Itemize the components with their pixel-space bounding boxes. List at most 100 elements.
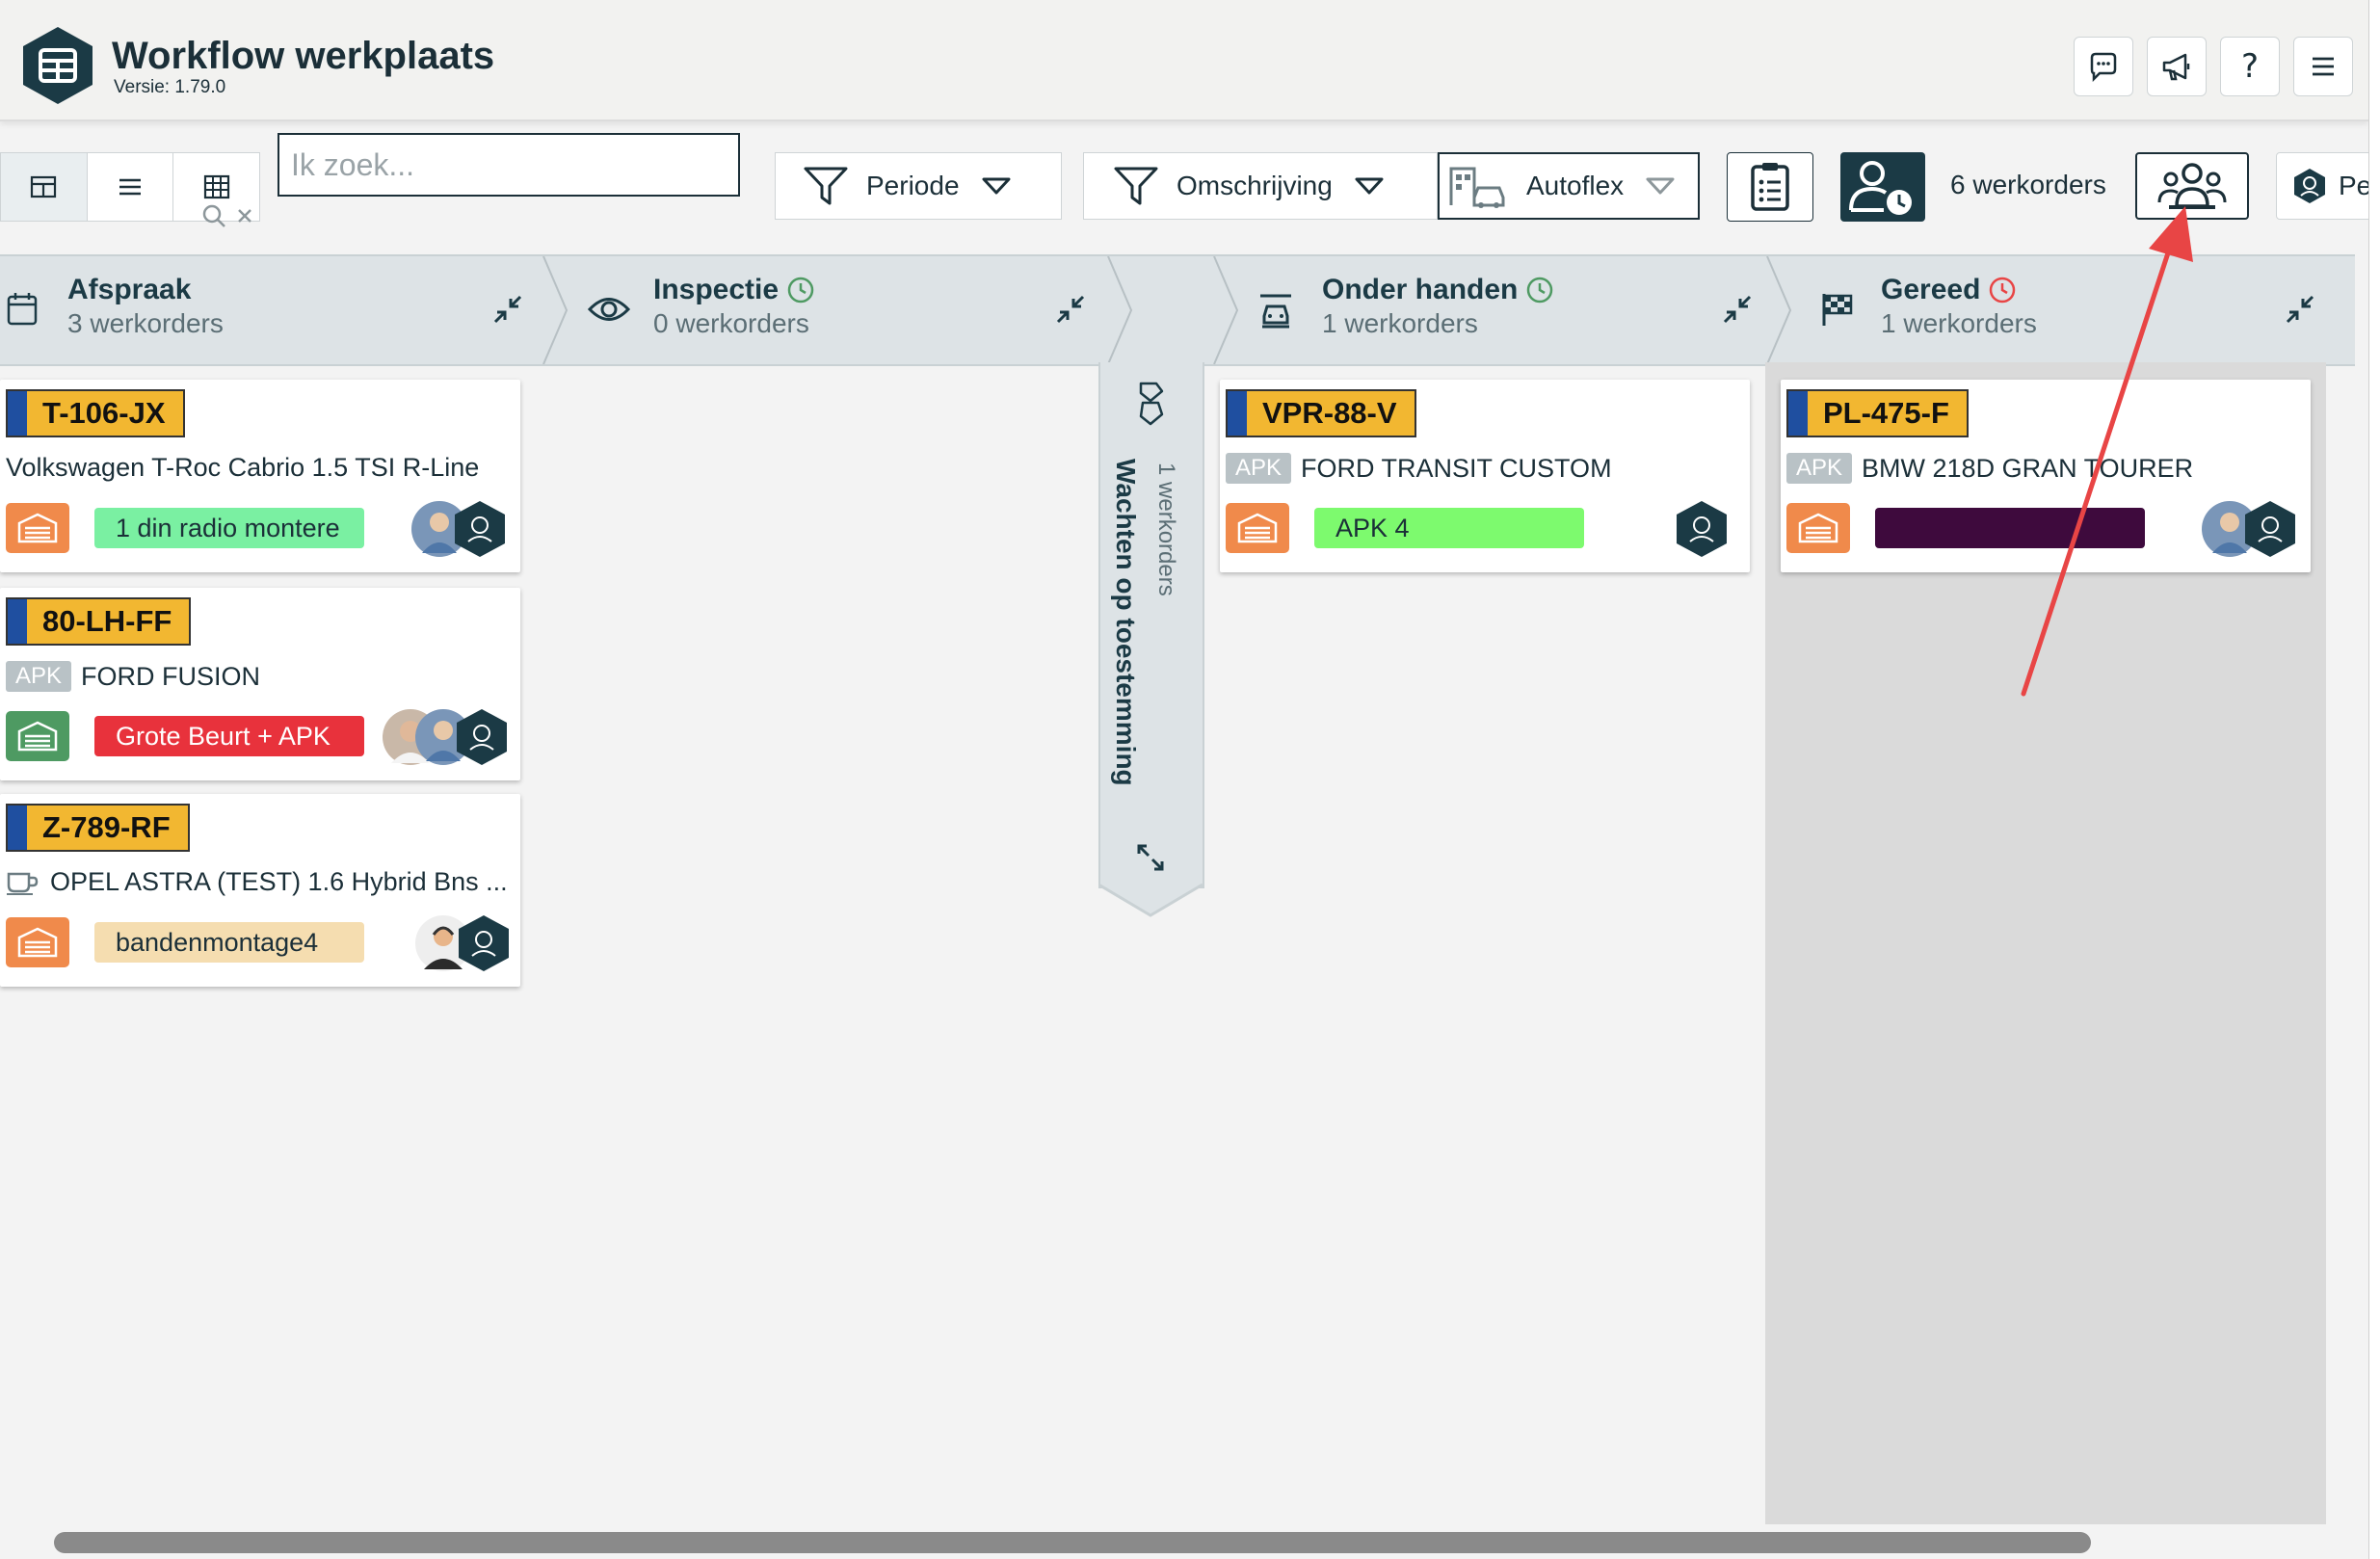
assignee-avatars	[383, 709, 507, 765]
car-name: Volkswagen T-Roc Cabrio 1.5 TSI R-Line	[6, 453, 479, 483]
menu-button[interactable]	[2293, 37, 2353, 96]
apk-badge: APK	[1226, 453, 1292, 484]
car-lift-icon	[1260, 294, 1291, 329]
user-time-button[interactable]	[1840, 152, 1925, 222]
hamburger-menu-icon	[2313, 57, 2334, 76]
apk-badge: APK	[6, 661, 72, 692]
autoflex-filter-label: Autoflex	[1526, 171, 1625, 200]
column-wachten-title: Wachten op toestemming	[1111, 459, 1141, 786]
garage-icon	[6, 503, 69, 553]
column-separator	[1107, 256, 1133, 364]
periode-filter[interactable]: Periode	[775, 152, 1062, 220]
expand-icon[interactable]	[1135, 842, 1166, 873]
assignee-avatars	[415, 915, 509, 971]
car-name-text: FORD FUSION	[81, 661, 261, 691]
column-wachten-op-toestemming[interactable]: Wachten op toestemming 1 werkorders	[1098, 362, 1204, 921]
car-name: APK FORD FUSION	[6, 661, 260, 692]
license-plate: VPR-88-V	[1226, 389, 1416, 437]
eu-flag-icon	[1788, 391, 1808, 436]
car-name-text: Volkswagen T-Roc Cabrio 1.5 TSI R-Line	[6, 453, 480, 482]
column-onder-handen-count: 1 werkorders	[1322, 308, 1478, 338]
column-gereed-title: Gereed	[1881, 274, 2017, 306]
caret-down-icon	[1646, 177, 1675, 195]
clear-search-icon[interactable]	[238, 209, 251, 223]
caret-down-icon	[1355, 177, 1384, 195]
horizontal-scrollbar-thumb[interactable]	[54, 1532, 2091, 1553]
task-label: 1 din radio montere	[94, 508, 364, 548]
announcements-button[interactable]	[2147, 37, 2207, 96]
apk-badge: APK	[1786, 453, 1853, 484]
app-header: Workflow werkplaats Versie: 1.79.0 ?	[0, 0, 2368, 121]
app-title: Workflow werkplaats	[112, 35, 495, 77]
column-onder-handen: Onder handen 1 werkorders	[1243, 256, 1763, 364]
caret-down-icon	[982, 177, 1011, 195]
help-button[interactable]: ?	[2220, 37, 2280, 96]
eye-icon	[588, 298, 630, 321]
building-car-icon	[1449, 167, 1505, 208]
omschrijving-filter[interactable]: Omschrijving	[1083, 152, 1438, 220]
search-icon[interactable]	[202, 204, 225, 227]
list-view-icon	[119, 178, 141, 196]
board-view-button[interactable]	[1, 153, 88, 221]
column-inspectie-title-text: Inspectie	[653, 274, 780, 305]
workflow-column-headers: Afspraak 3 werkorders Inspectie 0 werkor…	[0, 254, 2355, 366]
collapse-icon[interactable]	[1721, 293, 1754, 326]
car-name-text: FORD TRANSIT CUSTOM	[1301, 453, 1612, 483]
filter-icon	[804, 167, 848, 205]
eu-flag-icon	[8, 599, 27, 644]
garage-icon	[6, 917, 69, 967]
clipboard-list-icon	[1751, 163, 1789, 211]
periode-filter-label: Periode	[866, 171, 960, 200]
person-filter-button[interactable]: Pe	[2276, 152, 2369, 220]
workorder-card[interactable]: Z-789-RF OPEL ASTRA (TEST) 1.6 Hybrid Bn…	[0, 794, 520, 987]
autoflex-filter[interactable]: Autoflex	[1438, 152, 1700, 220]
collapse-icon[interactable]	[2284, 293, 2316, 326]
garage-icon	[1226, 503, 1289, 553]
garage-icon	[6, 711, 69, 761]
workorder-card[interactable]: T-106-JX Volkswagen T-Roc Cabrio 1.5 TSI…	[0, 380, 520, 572]
workorder-card[interactable]: VPR-88-V APK FORD TRANSIT CUSTOM APK 4	[1220, 380, 1750, 572]
license-plate-number: PL-475-F	[1823, 396, 1949, 430]
list-view-button[interactable]	[88, 153, 174, 221]
column-wachten-arrow-tip	[1098, 883, 1203, 917]
column-wachten-count: 1 werkorders	[1153, 462, 1179, 596]
column-separator	[1213, 256, 1239, 364]
garage-icon	[1786, 503, 1850, 553]
collapse-icon[interactable]	[1054, 293, 1087, 326]
assignee-avatars	[2202, 501, 2295, 557]
workorder-card[interactable]: 80-LH-FF APK FORD FUSION Grote Beurt + AP…	[0, 588, 520, 780]
person-filter-label: Pe	[2339, 171, 2369, 200]
mechanic-hexagon-icon	[2245, 501, 2295, 557]
handshake-icon	[1139, 382, 1164, 426]
clock-green-icon	[1527, 277, 1553, 304]
task-label: APK 4	[1314, 508, 1584, 548]
user-clock-icon	[1849, 161, 1912, 215]
clipboard-button[interactable]	[1727, 152, 1813, 222]
chat-icon	[2090, 52, 2117, 83]
task-label: bandenmontage4	[94, 922, 364, 963]
coffee-cup-icon	[7, 872, 39, 895]
column-gereed-title-text: Gereed	[1881, 274, 1981, 305]
car-name: OPEL ASTRA (TEST) 1.6 Hybrid Bns ...	[6, 867, 508, 897]
license-plate: Z-789-RF	[6, 804, 190, 852]
search-input[interactable]	[278, 133, 740, 197]
chat-button[interactable]	[2074, 37, 2133, 96]
annotation-arrow	[2021, 206, 2193, 697]
license-plate-number: VPR-88-V	[1262, 396, 1397, 430]
app-version: Versie: 1.79.0	[114, 77, 226, 97]
help-icon: ?	[2240, 47, 2260, 86]
mechanic-hexagon-icon	[459, 915, 509, 971]
license-plate: T-106-JX	[6, 389, 185, 437]
mechanic-hexagon-icon	[455, 501, 505, 557]
car-name: APK FORD TRANSIT CUSTOM	[1226, 453, 1612, 484]
license-plate: PL-475-F	[1786, 389, 1969, 437]
assignee-avatars	[411, 501, 505, 557]
task-label: Grote Beurt + APK	[94, 716, 364, 756]
column-afspraak: Afspraak 3 werkorders	[0, 256, 549, 364]
collapse-icon[interactable]	[491, 293, 524, 326]
mechanic-hexagon-icon	[1677, 501, 1727, 557]
column-afspraak-title: Afspraak	[67, 274, 192, 305]
column-separator	[1766, 256, 1792, 364]
search-tools	[198, 202, 260, 231]
checkered-flag-icon	[1822, 294, 1853, 326]
